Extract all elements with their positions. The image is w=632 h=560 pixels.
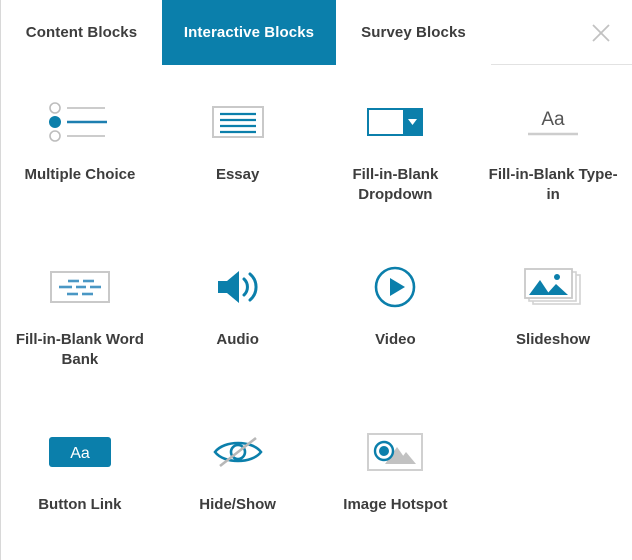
block-item-multiple-choice[interactable]: Multiple Choice [1, 87, 159, 252]
tab-survey-blocks-label: Survey Blocks [361, 24, 466, 41]
close-icon [592, 24, 610, 42]
icon-container [367, 421, 424, 483]
block-label: Fill-in-Blank Type-in [488, 166, 618, 204]
block-item-hide-show[interactable]: Hide/Show [159, 417, 317, 560]
block-grid: Multiple Choice Essay Fill-in-Blank Drop… [1, 65, 632, 560]
tab-survey-blocks[interactable]: Survey Blocks [336, 0, 491, 65]
essay-icon [211, 106, 264, 138]
multiple-choice-icon [48, 102, 107, 142]
block-item-button-link[interactable]: Aa Button Link [1, 417, 159, 560]
block-label: Image Hotspot [343, 496, 448, 513]
block-label: Hide/Show [199, 496, 276, 513]
fill-in-blank-word-bank-icon [49, 271, 110, 303]
block-label: Button Link [38, 496, 122, 513]
block-item-image-hotspot[interactable]: Image Hotspot [317, 417, 475, 560]
tab-content-blocks-label: Content Blocks [25, 24, 138, 41]
image-hotspot-icon [367, 433, 424, 471]
block-item-essay[interactable]: Essay [159, 87, 317, 252]
icon-container: Aa [525, 91, 581, 153]
block-label: Essay [215, 166, 260, 183]
block-label: Fill-in-Blank Word Bank [15, 331, 144, 369]
tab-interactive-blocks-label: Interactive Blocks [183, 24, 315, 41]
block-label: Fill-in-Blank Dropdown [352, 166, 439, 204]
block-item-audio[interactable]: Audio [159, 252, 317, 417]
block-picker-panel: Content Blocks Interactive Blocks Survey… [0, 0, 632, 560]
block-item-slideshow[interactable]: Slideshow [474, 252, 632, 417]
button-link-text: Aa [70, 445, 90, 462]
fill-in-blank-dropdown-icon [367, 108, 424, 136]
icon-container [215, 256, 261, 318]
icon-container [47, 91, 113, 153]
type-in-text: Aa [542, 109, 566, 130]
tab-interactive-blocks[interactable]: Interactive Blocks [162, 0, 336, 65]
icon-container: Aa [48, 421, 111, 483]
icon-container [49, 256, 110, 318]
video-icon [375, 266, 416, 308]
fill-in-blank-type-in-icon: Aa [528, 109, 579, 136]
block-label: Audio [216, 331, 259, 348]
close-button[interactable] [584, 16, 618, 50]
block-item-video[interactable]: Video [317, 252, 475, 417]
icon-container [524, 256, 582, 318]
hide-show-icon [212, 436, 263, 468]
slideshow-icon [524, 268, 581, 305]
icon-container [212, 421, 264, 483]
block-label: Video [375, 331, 416, 348]
icon-container [211, 91, 264, 153]
block-label: Multiple Choice [24, 166, 136, 183]
audio-icon [217, 271, 258, 303]
icon-container [374, 256, 416, 318]
tab-content-blocks[interactable]: Content Blocks [1, 0, 162, 65]
block-item-fill-in-blank-dropdown[interactable]: Fill-in-Blank Dropdown [317, 87, 475, 252]
block-label: Slideshow [516, 331, 591, 348]
button-link-icon: Aa [48, 437, 111, 467]
block-item-fill-in-blank-type-in[interactable]: Aa Fill-in-Blank Type-in [474, 87, 632, 252]
tab-bar: Content Blocks Interactive Blocks Survey… [1, 0, 632, 65]
block-item-fill-in-blank-word-bank[interactable]: Fill-in-Blank Word Bank [1, 252, 159, 417]
icon-container [367, 91, 424, 153]
